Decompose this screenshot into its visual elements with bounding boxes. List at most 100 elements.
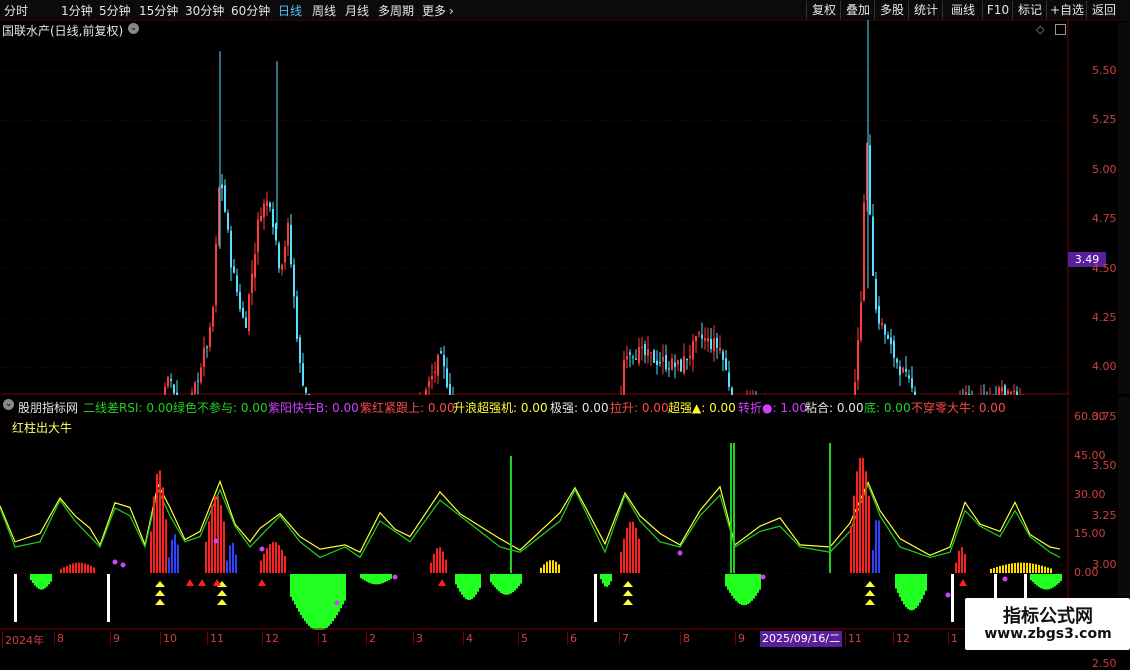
triangle-marker	[155, 590, 165, 596]
btn-f10[interactable]: F10	[982, 1, 1013, 19]
btn-mark[interactable]: 标记	[1012, 1, 1047, 19]
watermark-title: 指标公式网	[1003, 606, 1093, 627]
candle-body	[1001, 387, 1003, 392]
indicator-label: 底: 0.00	[864, 401, 911, 415]
period-tab-multi[interactable]: 多周期	[378, 2, 414, 19]
indicator-bar-neg	[316, 574, 318, 630]
period-tab-5min[interactable]: 5分钟	[99, 2, 131, 19]
indicator-bar	[955, 562, 957, 573]
period-tab-fenshi[interactable]: 分时	[4, 2, 28, 19]
indicator-bar-neg	[606, 574, 608, 587]
candle-body	[224, 185, 226, 212]
candle-body	[674, 362, 676, 368]
indicator-bar	[229, 545, 231, 573]
indicator-label: 紫红紧跟上: 0.00	[360, 401, 455, 415]
side-panel-strip-lower[interactable]	[1118, 397, 1130, 597]
window-toggle-icon[interactable]	[1055, 24, 1066, 35]
indicator-bar	[964, 554, 966, 573]
indicator-bar-neg	[296, 574, 298, 609]
indicator-bar-neg	[300, 574, 302, 616]
date-tick: 8	[680, 632, 690, 645]
indicator-bar-neg	[304, 574, 306, 622]
indicator-bar-neg	[725, 574, 727, 587]
indicator-bar	[1032, 563, 1034, 573]
indicator-bar	[93, 567, 95, 573]
candle-body	[911, 378, 913, 388]
period-tab-15min[interactable]: 15分钟	[139, 2, 178, 19]
spike-bar	[510, 456, 512, 573]
indicator-bar	[853, 495, 855, 573]
btn-fuquan[interactable]: 复权	[806, 1, 841, 19]
indicator-bar	[275, 542, 277, 573]
period-tab-60min[interactable]: 60分钟	[231, 2, 270, 19]
indicator-bar	[165, 519, 167, 573]
side-panel-strip[interactable]	[1118, 22, 1130, 394]
diamond-icon[interactable]: ◇	[1036, 23, 1044, 36]
indicator-bar-neg	[749, 574, 751, 603]
candle-body	[215, 243, 217, 306]
indicator-bar-neg	[336, 574, 338, 616]
indicator-panel[interactable]	[0, 397, 1070, 630]
period-tab-1min[interactable]: 1分钟	[61, 2, 93, 19]
indicator-bar-neg	[1034, 574, 1036, 584]
period-tab-weekly[interactable]: 周线	[312, 2, 336, 19]
chevron-down-icon[interactable]: ⌄	[128, 23, 139, 34]
spike-bar	[733, 443, 735, 573]
indicator-bar	[865, 471, 867, 573]
indicator-bar-neg	[897, 574, 899, 593]
indicator-bar-neg	[455, 574, 457, 585]
candle-body	[908, 375, 910, 379]
indicator-bar-neg	[492, 574, 494, 585]
indicator-bar	[235, 554, 237, 573]
indicator-bar-neg	[913, 574, 915, 610]
indicator-bar-neg	[600, 574, 602, 580]
indicator-chart[interactable]	[0, 397, 1070, 630]
candle-body	[194, 382, 196, 394]
red-triangle-marker	[213, 579, 221, 586]
btn-overlay[interactable]: 叠加	[840, 1, 875, 19]
indicator-bar-neg	[917, 574, 919, 606]
indicator-bar-neg	[46, 574, 48, 587]
btn-draw-line[interactable]: 画线	[942, 1, 983, 19]
price-tick: 4.50	[1092, 261, 1117, 275]
candle-body	[200, 367, 202, 383]
candlestick-chart[interactable]	[0, 20, 1070, 395]
date-tick: 12	[893, 632, 910, 645]
indicator-bar-neg	[923, 574, 925, 596]
kline-panel[interactable]: 国联水产(日线,前复权) ⌄ ◇	[0, 20, 1070, 395]
candle-body	[638, 347, 640, 364]
indicator-bar-neg	[378, 574, 380, 585]
period-tab-monthly[interactable]: 月线	[345, 2, 369, 19]
indicator-bar-neg	[384, 574, 386, 583]
indicator-bar-neg	[506, 574, 508, 595]
indicator-bar	[278, 545, 280, 573]
indicator-bar	[629, 521, 631, 573]
indicator-bar	[626, 527, 628, 573]
btn-stats[interactable]: 统计	[908, 1, 943, 19]
candle-body	[251, 273, 253, 294]
watermark-logo: 指标公式网 www.zbgs3.com	[965, 598, 1130, 650]
candle-body	[698, 332, 700, 335]
indicator-bar-neg	[322, 574, 324, 630]
indicator-bar-neg	[504, 574, 506, 595]
candle-body	[905, 368, 907, 372]
period-tab-more[interactable]: 更多 ›	[422, 2, 454, 19]
indicator-bar-neg	[326, 574, 328, 628]
indicator-bar-neg	[477, 574, 479, 592]
period-tab-30min[interactable]: 30分钟	[185, 2, 224, 19]
indicator-bar-neg	[298, 574, 300, 612]
indicator-bar	[1005, 564, 1007, 573]
candle-body	[677, 360, 679, 365]
indicator-bar	[87, 564, 89, 573]
period-tab-daily[interactable]: 日线	[278, 2, 302, 19]
btn-add-watchlist[interactable]: +自选	[1046, 1, 1087, 19]
btn-multi-stock[interactable]: 多股	[874, 1, 909, 19]
candle-body	[170, 378, 172, 381]
btn-back[interactable]: 返回	[1086, 1, 1121, 19]
indicator-bar	[433, 553, 435, 573]
collapse-icon[interactable]: ⌄	[3, 399, 14, 410]
date-tick: 7	[619, 632, 629, 645]
indicator-bar	[1014, 562, 1016, 573]
candle-body	[203, 347, 205, 367]
white-bar	[594, 574, 597, 622]
